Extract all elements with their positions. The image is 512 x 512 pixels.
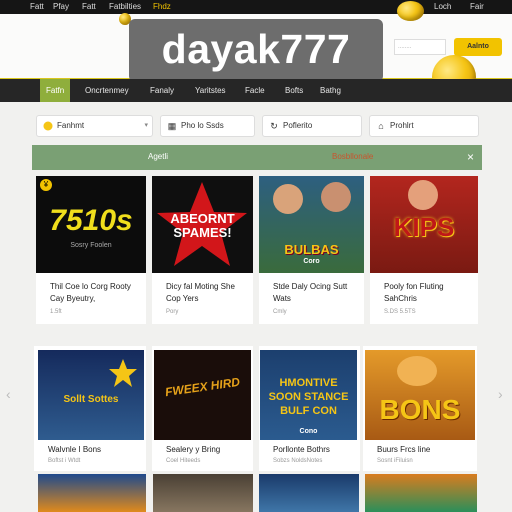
coin-icon [43, 121, 53, 131]
game-card[interactable]: BONS Buurs Frcs line Sosnt iFiluisn [363, 346, 477, 471]
game-thumbnail[interactable] [153, 474, 253, 512]
thumb-title: KIPS [393, 212, 455, 242]
game-thumbnail: FWEEX HIRD [154, 350, 251, 440]
game-thumbnail[interactable] [38, 474, 146, 512]
thumb-subtitle: Cono [299, 428, 318, 435]
nav-item[interactable]: Bofts [285, 79, 303, 102]
filter-label: Prohlrt [390, 121, 414, 130]
top-link[interactable]: Fair [470, 2, 484, 11]
game-card[interactable]: FWEEX HIRD Sealery y Bring Coel Hiteeds [152, 346, 253, 471]
game-meta: Boftst i Wtdt [48, 458, 81, 464]
game-card[interactable]: ¥ 7510s Sosry Foolen Thil Coe lo Corg Ro… [36, 176, 146, 324]
game-title: Stde Daly Ocing Sutt Wats [273, 282, 348, 303]
grid-icon: ▦ [167, 121, 177, 131]
top-link[interactable]: Fatbilties [109, 2, 141, 11]
thumb-title: HMONTIVE SOON STANCE BULF CON [268, 377, 349, 417]
game-meta: Cmly [273, 309, 287, 315]
top-link[interactable]: Fatt [82, 2, 96, 11]
game-thumbnail: ABEORNT SPAMES! [152, 176, 253, 273]
filter-dropdown[interactable]: Fanhmt ▾ [36, 115, 153, 137]
filter-label: Poflerito [283, 121, 313, 130]
game-title: Buurs Frcs line [377, 445, 431, 454]
nav-item[interactable]: Fanaly [150, 79, 174, 102]
star-icon [109, 359, 137, 387]
game-thumbnail[interactable] [365, 474, 477, 512]
tag-icon: ⌂ [378, 121, 384, 131]
thumb-title: FWEEX HIRD [164, 374, 241, 400]
game-card[interactable]: Sollt Sottes Walvnle I Bons Boftst i Wtd… [34, 346, 146, 471]
top-link[interactable]: Fatt [30, 2, 44, 11]
close-icon[interactable]: × [467, 150, 474, 164]
nav-item[interactable]: Facle [245, 79, 265, 102]
game-card[interactable]: KIPS Pooly fon Fluting SahChris S.DS 5.5… [370, 176, 478, 324]
top-bar: Fatt Pfay Fatt Fatbilties Fhdz Loch Fair [0, 0, 512, 14]
main-nav: Fatfn Oncrtenmey Fanaly Yaritstes Facle … [0, 79, 512, 102]
chevron-right-icon[interactable]: › [498, 386, 503, 402]
game-title: Sealery y Bring [166, 445, 221, 454]
game-thumbnail[interactable] [259, 474, 359, 512]
thumb-title: Sollt Sottes [63, 394, 119, 405]
game-meta: S.DS 5.5TS [384, 309, 416, 315]
thumb-title: ABEORNT SPAMES! [170, 211, 235, 240]
filter-bar: Fanhmt ▾ ▦ Pho lo Ssds ↻ Poflerito ⌂ Pro… [0, 110, 512, 142]
filter-label: Pho lo Ssds [181, 121, 224, 130]
game-meta: Sobzs NoldsNotes [273, 458, 323, 464]
filter-button[interactable]: ▦ Pho lo Ssds [160, 115, 255, 137]
chevron-left-icon[interactable]: ‹ [6, 386, 11, 402]
banner-label: Agetli [148, 152, 169, 161]
game-title: Thil Coe lo Corg Rooty Cay Byeutry, [50, 282, 131, 303]
refresh-icon: ↻ [270, 121, 278, 131]
game-title: Porllonte Bothrs [273, 445, 330, 454]
game-meta: Coel Hiteeds [166, 458, 201, 464]
nav-item[interactable]: Fatfn [40, 79, 71, 102]
top-link[interactable]: Pfay [53, 2, 69, 11]
nav-item[interactable]: Bathg [320, 79, 341, 102]
chevron-down-icon: ▾ [144, 122, 148, 129]
thumb-subtitle: Sosry Foolen [70, 242, 112, 249]
game-card[interactable]: BULBAS Coro Stde Daly Ocing Sutt Wats Cm… [259, 176, 364, 324]
brand-logo[interactable]: dayak777 [129, 19, 383, 82]
game-card[interactable]: ABEORNT SPAMES! Dicy fal Moting She Cop … [152, 176, 253, 324]
top-link[interactable]: Fhdz [153, 2, 171, 11]
promo-banner[interactable]: Agetli Bosbllonale × [32, 145, 482, 170]
filter-button[interactable]: ↻ Poflerito [262, 115, 362, 137]
game-thumbnail: HMONTIVE SOON STANCE BULF CON Cono [260, 350, 357, 440]
game-title: Pooly fon Fluting SahChris [384, 282, 444, 303]
filter-button[interactable]: ⌂ Prohlrt [369, 115, 479, 137]
banner-label: Bosbllonale [332, 152, 374, 161]
filter-label: Fanhmt [57, 121, 85, 130]
nav-item[interactable]: Oncrtenmey [85, 79, 129, 102]
thumb-title: BONS [379, 394, 461, 425]
game-thumbnail: Sollt Sottes [38, 350, 144, 440]
game-title: Walvnle I Bons [48, 445, 102, 454]
thumb-subtitle: Coro [303, 258, 320, 265]
game-title: Dicy fal Moting She Cop Yers [166, 282, 235, 303]
thumb-title: 7510s [49, 204, 133, 237]
game-thumbnail: ¥ 7510s Sosry Foolen [36, 176, 146, 273]
thumb-title: BULBAS [284, 242, 339, 257]
gold-coin-icon [397, 1, 424, 21]
game-meta: Pory [166, 309, 179, 315]
game-thumbnail: BULBAS Coro [259, 176, 364, 273]
cta-button[interactable]: Aalnto [454, 38, 502, 56]
top-link[interactable]: Loch [434, 2, 451, 11]
game-card[interactable]: HMONTIVE SOON STANCE BULF CON Cono Porll… [259, 346, 360, 471]
search-input[interactable]: ........ [394, 39, 446, 55]
game-meta: Sosnt iFiluisn [377, 458, 413, 464]
nav-item[interactable]: Yaritstes [195, 79, 226, 102]
game-thumbnail: KIPS [370, 176, 478, 273]
game-meta: 1.5ft [50, 309, 62, 315]
game-thumbnail: BONS [365, 350, 475, 440]
